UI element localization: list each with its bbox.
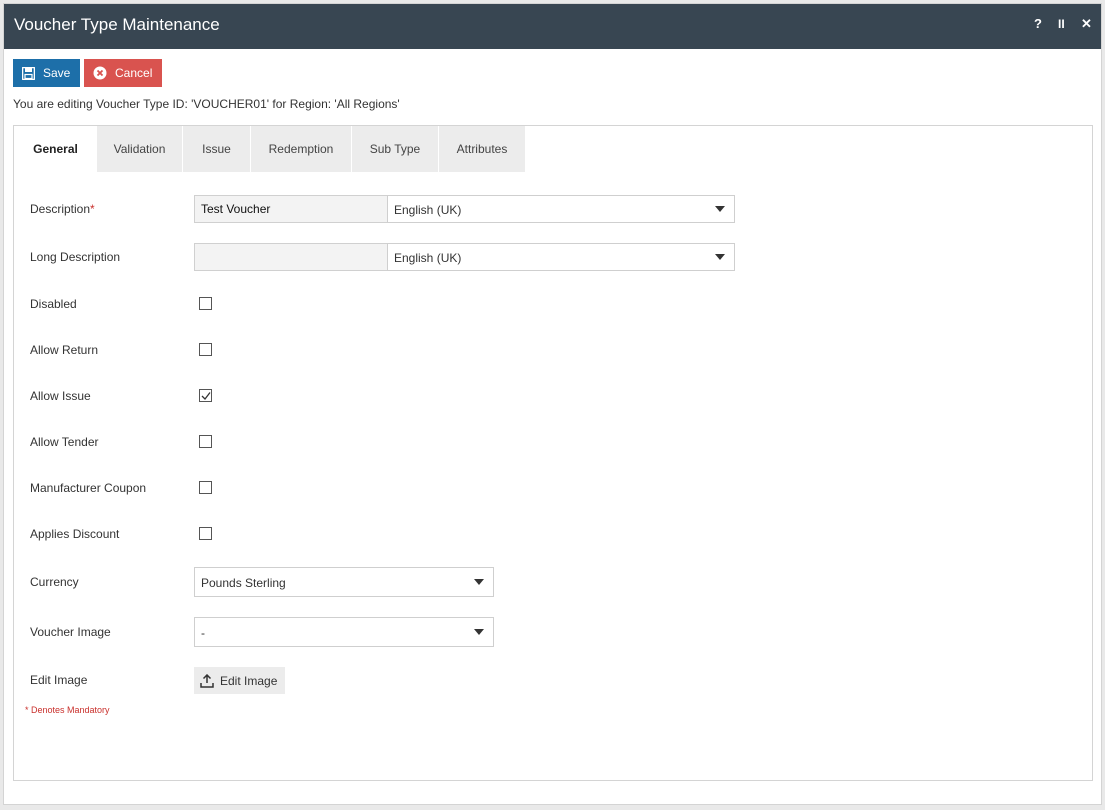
close-button[interactable]: ✕ — [1081, 16, 1092, 32]
manufacturer-coupon-label: Manufacturer Coupon — [30, 481, 147, 495]
long-description-input[interactable] — [194, 243, 388, 271]
applies-discount-checkbox[interactable] — [199, 527, 212, 540]
chevron-down-icon — [715, 254, 725, 260]
currency-value: Pounds Sterling — [201, 576, 286, 590]
edit-image-button[interactable]: Edit Image — [194, 667, 285, 694]
manufacturer-coupon-checkbox[interactable] — [199, 481, 212, 494]
cancel-button[interactable]: Cancel — [84, 59, 162, 87]
allow-tender-checkbox[interactable] — [199, 435, 212, 448]
long-description-language-value: English (UK) — [394, 251, 462, 265]
save-label: Save — [43, 66, 71, 80]
description-label-text: Description — [30, 202, 91, 216]
cancel-icon — [93, 66, 107, 80]
form-panel: General Validation Issue Redemption Sub … — [13, 125, 1093, 781]
required-marker: * — [90, 202, 95, 216]
chevron-down-icon — [715, 206, 725, 212]
save-button[interactable]: Save — [13, 59, 80, 87]
tab-attributes[interactable]: Attributes — [439, 126, 526, 172]
disabled-checkbox[interactable] — [199, 297, 212, 310]
applies-discount-label: Applies Discount — [30, 527, 120, 541]
currency-label: Currency — [30, 575, 79, 589]
allow-return-label: Allow Return — [30, 343, 99, 357]
cancel-label: Cancel — [115, 66, 153, 80]
long-description-label: Long Description — [30, 250, 121, 264]
tab-validation[interactable]: Validation — [97, 126, 183, 172]
tab-bar: General Validation Issue Redemption Sub … — [15, 126, 526, 172]
allow-issue-label: Allow Issue — [30, 389, 91, 403]
currency-select[interactable]: Pounds Sterling — [194, 567, 494, 597]
mandatory-note: * Denotes Mandatory — [25, 705, 110, 715]
edit-image-label: Edit Image — [30, 673, 88, 687]
disabled-label: Disabled — [30, 297, 77, 311]
editing-info: You are editing Voucher Type ID: 'VOUCHE… — [13, 97, 400, 111]
voucher-image-label: Voucher Image — [30, 625, 111, 639]
voucher-image-select[interactable]: - — [194, 617, 494, 647]
description-language-value: English (UK) — [394, 203, 462, 217]
tab-general[interactable]: General — [15, 126, 97, 172]
description-input[interactable]: Test Voucher — [194, 195, 388, 223]
allow-issue-checkbox[interactable] — [199, 389, 212, 402]
edit-image-button-label: Edit Image — [220, 673, 278, 688]
description-label: Description* — [30, 202, 95, 216]
pause-button[interactable]: II — [1058, 17, 1065, 31]
allow-tender-label: Allow Tender — [30, 435, 99, 449]
voucher-type-window: Voucher Type Maintenance ? II ✕ Save Can… — [3, 3, 1102, 805]
title-bar: Voucher Type Maintenance ? II ✕ — [4, 4, 1101, 49]
upload-icon — [200, 673, 214, 688]
chevron-down-icon — [474, 629, 484, 635]
tab-sub-type[interactable]: Sub Type — [352, 126, 439, 172]
save-icon — [22, 66, 35, 80]
tab-issue[interactable]: Issue — [183, 126, 251, 172]
window-title: Voucher Type Maintenance — [14, 15, 220, 34]
help-button[interactable]: ? — [1034, 16, 1042, 31]
tab-redemption[interactable]: Redemption — [251, 126, 352, 172]
description-language-select[interactable]: English (UK) — [387, 195, 735, 223]
long-description-language-select[interactable]: English (UK) — [387, 243, 735, 271]
voucher-image-value: - — [201, 626, 205, 640]
allow-return-checkbox[interactable] — [199, 343, 212, 356]
chevron-down-icon — [474, 579, 484, 585]
checkmark-icon — [201, 392, 211, 400]
